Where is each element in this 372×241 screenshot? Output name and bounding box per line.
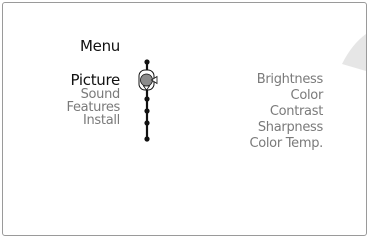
track-node — [144, 96, 150, 102]
submenu-item-color-temp[interactable]: Color Temp. — [200, 136, 323, 152]
submenu-item-sharpness[interactable]: Sharpness — [200, 120, 323, 136]
submenu-item-color[interactable]: Color — [200, 88, 324, 104]
track-node — [144, 136, 150, 142]
track-node — [144, 120, 150, 126]
navigation-cursor-icon[interactable] — [138, 69, 158, 91]
submenu-item-brightness[interactable]: Brightness — [200, 72, 324, 88]
submenu-item-contrast[interactable]: Contrast — [200, 104, 323, 120]
track-node — [144, 59, 150, 65]
picture-submenu: Brightness Color Contrast Sharpness Colo… — [200, 72, 323, 152]
track-node — [144, 108, 150, 114]
